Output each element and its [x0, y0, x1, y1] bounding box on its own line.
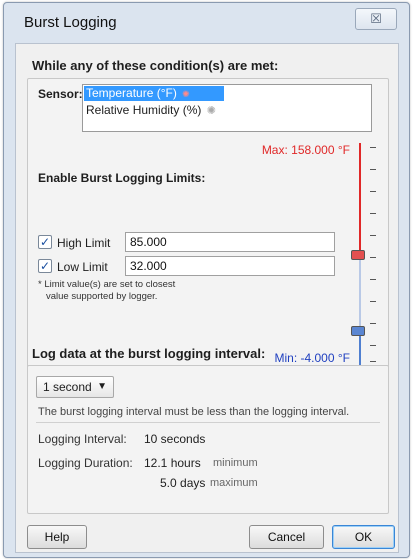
- close-icon: ☒: [370, 11, 382, 26]
- slider-tick: [370, 361, 376, 362]
- burst-logging-dialog: Burst Logging ☒ While any of these condi…: [3, 2, 410, 558]
- duration-min-value: 12.1 hours: [144, 456, 201, 470]
- chevron-down-icon: ▼: [97, 381, 107, 392]
- high-limit-slider-thumb[interactable]: [351, 250, 365, 260]
- interval-group: 1 second ▼ The burst logging interval mu…: [27, 365, 389, 514]
- slider-high-zone: [359, 143, 361, 255]
- low-limit-label: Low Limit: [57, 260, 108, 274]
- sensor-label: Sensor:: [38, 87, 83, 101]
- limit-note-line1: * Limit value(s) are set to closest: [38, 279, 176, 290]
- slider-tick: [370, 169, 376, 170]
- duration-max-note: maximum: [210, 477, 258, 489]
- max-value-label: Max: 158.000 °F: [261, 143, 350, 157]
- slider-tick: [370, 279, 376, 280]
- cancel-button[interactable]: Cancel: [249, 525, 324, 549]
- slider-tick: [370, 301, 376, 302]
- dialog-title: Burst Logging: [24, 14, 117, 31]
- low-limit-checkbox[interactable]: ✓: [38, 259, 52, 273]
- interval-hint: The burst logging interval must be less …: [38, 406, 350, 418]
- sensor-item-humidity[interactable]: Relative Humidity (%) ✺: [84, 103, 216, 118]
- divider: [36, 422, 380, 423]
- dialog-body: While any of these condition(s) are met:…: [15, 43, 399, 553]
- slider-tick: [370, 257, 376, 258]
- slider-tick: [370, 345, 376, 346]
- logging-interval-label: Logging Interval:: [38, 432, 127, 446]
- duration-max-value: 5.0 days: [160, 476, 206, 490]
- conditions-heading: While any of these condition(s) are met:: [32, 58, 279, 73]
- slider-tick: [370, 147, 376, 148]
- burst-interval-value: 1 second: [43, 380, 92, 394]
- sensor-item-temperature[interactable]: Temperature (°F) ✺: [84, 86, 224, 101]
- limit-note-line2: value supported by logger.: [46, 291, 158, 302]
- interval-heading: Log data at the burst logging interval:: [32, 346, 266, 361]
- logging-duration-label: Logging Duration:: [38, 456, 133, 470]
- high-limit-input[interactable]: 85.000: [125, 232, 335, 252]
- sensor-list[interactable]: Temperature (°F) ✺ Relative Humidity (%)…: [82, 84, 372, 132]
- min-value-label: Min: -4.000 °F: [274, 351, 351, 365]
- sensor-item-label: Temperature (°F): [86, 86, 177, 100]
- slider-tick: [370, 323, 376, 324]
- low-limit-slider-thumb[interactable]: [351, 326, 365, 336]
- limits-heading: Enable Burst Logging Limits:: [38, 171, 206, 185]
- burst-interval-select[interactable]: 1 second ▼: [36, 376, 114, 398]
- slider-tick: [370, 191, 376, 192]
- slider-tick: [370, 235, 376, 236]
- sensor-item-label: Relative Humidity (%): [86, 103, 202, 117]
- high-limit-label: High Limit: [57, 236, 111, 250]
- help-button[interactable]: Help: [27, 525, 87, 549]
- humidity-icon: ✺: [206, 105, 216, 117]
- logging-interval-value: 10 seconds: [144, 432, 206, 446]
- conditions-group: Sensor: Temperature (°F) ✺ Relative Humi…: [27, 78, 389, 368]
- high-limit-checkbox[interactable]: ✓: [38, 235, 52, 249]
- limit-note: * Limit value(s) are set to closest valu…: [38, 279, 175, 303]
- ok-button[interactable]: OK: [332, 525, 395, 549]
- low-limit-input[interactable]: 32.000: [125, 256, 335, 276]
- slider-tick: [370, 213, 376, 214]
- title-bar: Burst Logging ☒: [4, 3, 409, 39]
- slider-mid-zone: [359, 255, 361, 331]
- thermometer-icon: ✺: [182, 89, 190, 99]
- close-button[interactable]: ☒: [355, 8, 397, 30]
- slider-low-zone: [359, 331, 361, 365]
- duration-min-note: minimum: [213, 457, 258, 469]
